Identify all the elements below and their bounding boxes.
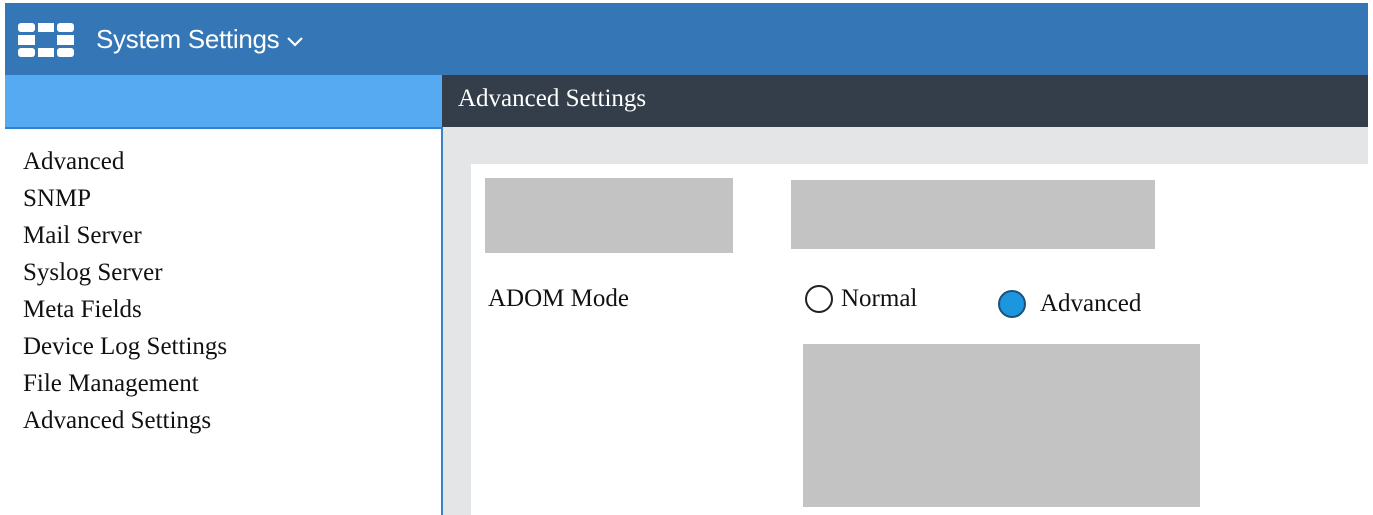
top-bar: System Settings (5, 3, 1368, 75)
sidebar-item-syslog-server[interactable]: Syslog Server (23, 254, 227, 291)
sidebar-item-file-management[interactable]: File Management (23, 365, 227, 402)
radio-advanced-circle[interactable] (998, 290, 1026, 318)
system-settings-menu[interactable]: System Settings (96, 24, 305, 55)
chevron-down-icon (287, 36, 304, 47)
sidebar-item-advanced[interactable]: Advanced (23, 143, 227, 180)
page-title: Advanced Settings (458, 85, 647, 112)
radio-advanced[interactable]: Advanced (998, 290, 1141, 318)
redacted-field-block (791, 180, 1155, 249)
redacted-label-block (485, 178, 733, 253)
sidebar-item-meta-fields[interactable]: Meta Fields (23, 291, 227, 328)
radio-normal[interactable]: Normal (805, 285, 917, 313)
sidebar-item-mail-server[interactable]: Mail Server (23, 217, 227, 254)
sidebar-header-underline (5, 127, 442, 129)
redacted-option-block (803, 344, 1200, 507)
adom-mode-label: ADOM Mode (488, 285, 629, 312)
sidebar-item-snmp[interactable]: SNMP (23, 180, 227, 217)
sidebar-item-device-log-settings[interactable]: Device Log Settings (23, 328, 227, 365)
app-title: System Settings (96, 24, 280, 54)
sidebar-header (5, 75, 442, 127)
content-header: Advanced Settings (442, 75, 1368, 127)
sidebar-item-advanced-settings[interactable]: Advanced Settings (23, 402, 227, 439)
radio-normal-label: Normal (841, 285, 918, 312)
radio-normal-circle[interactable] (805, 285, 833, 313)
radio-advanced-label: Advanced (1040, 290, 1142, 317)
sidebar-nav: Advanced SNMP Mail Server Syslog Server … (23, 143, 227, 439)
fortinet-logo-icon[interactable] (18, 23, 74, 57)
